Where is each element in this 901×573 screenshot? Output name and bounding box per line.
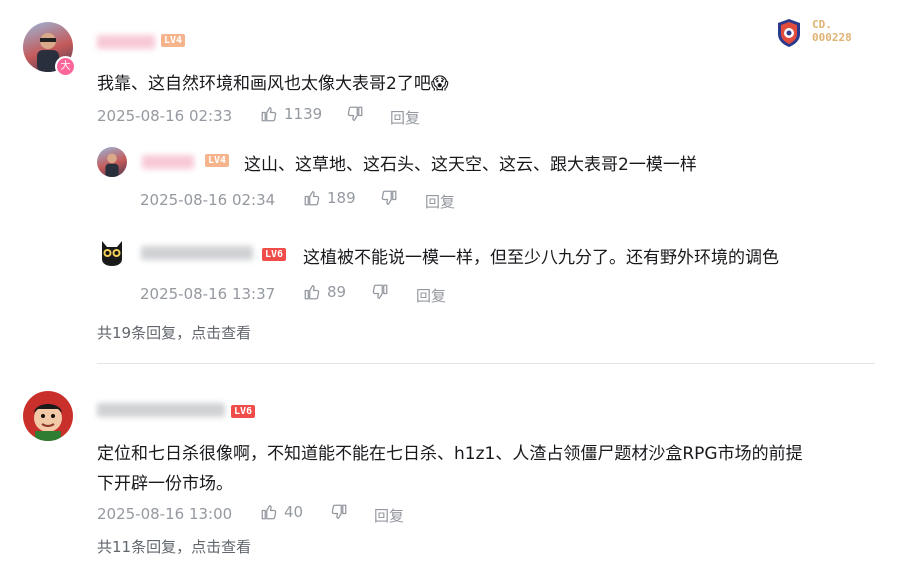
view-more-replies-link[interactable]: 共19条回复，点击查看 (97, 322, 251, 343)
reply-text: 这山、这草地、这石头、这天空、这云、跟大表哥2一模一样 (244, 155, 697, 175)
like-count: 40 (284, 503, 304, 521)
shield-badge-icon (778, 19, 800, 47)
thumbs-down-icon (347, 106, 363, 121)
username-redacted[interactable] (142, 155, 194, 169)
like-count: 89 (327, 283, 347, 301)
thumbs-down-icon (372, 284, 388, 299)
username-redacted[interactable] (141, 246, 253, 260)
avatar[interactable] (97, 147, 127, 177)
level-badge: LV6 (231, 405, 256, 418)
owl-avatar-icon (102, 241, 122, 266)
comment-time: 2025-08-16 13:00 (97, 505, 233, 523)
thumbs-up-icon (304, 191, 320, 206)
level-badge: LV4 (205, 154, 230, 167)
thumbs-down-icon (381, 190, 397, 205)
reply-time: 2025-08-16 13:37 (140, 285, 276, 303)
comment-text: 我靠、这自然环境和画风也太像大表哥2了吧😱 (97, 74, 449, 94)
shocked-emoji-icon: 😱 (430, 74, 449, 94)
reply-button[interactable]: 回复 (416, 285, 446, 306)
avatar[interactable] (97, 237, 127, 267)
avatar-badge: 大 (55, 56, 76, 77)
reply-button[interactable]: 回复 (374, 505, 404, 526)
fan-badge: CD. 000228 (776, 18, 886, 50)
thumbs-down-icon (331, 504, 347, 519)
like-count: 189 (327, 189, 356, 207)
dislike-button[interactable] (371, 283, 389, 301)
badge-line2: 000228 (812, 31, 852, 44)
reply-text: 这植被不能说一模一样，但至少八九分了。还有野外环境的调色 (303, 248, 779, 268)
dislike-button[interactable] (346, 105, 364, 123)
comment-time: 2025-08-16 02:33 (97, 107, 233, 125)
view-more-replies-link[interactable]: 共11条回复，点击查看 (97, 536, 251, 557)
badge-line1: CD. (812, 18, 832, 31)
like-button[interactable]: 89 (303, 283, 346, 301)
user-portrait-icon (105, 153, 119, 177)
username-redacted[interactable] (97, 403, 225, 417)
like-button[interactable]: 40 (260, 503, 303, 521)
avatar[interactable] (23, 391, 73, 441)
comment-text-line2: 下开辟一份市场。 (97, 474, 233, 494)
level-badge: LV4 (161, 34, 186, 47)
cartoon-face-icon (34, 404, 62, 441)
reply-time: 2025-08-16 02:34 (140, 191, 276, 209)
dislike-button[interactable] (380, 189, 398, 207)
thumbs-up-icon (261, 505, 277, 520)
like-button[interactable]: 1139 (260, 105, 322, 123)
username-redacted[interactable] (97, 35, 155, 49)
like-button[interactable]: 189 (303, 189, 356, 207)
thumbs-up-icon (304, 285, 320, 300)
level-badge: LV6 (262, 248, 287, 261)
like-count: 1139 (284, 105, 323, 123)
divider (97, 363, 875, 364)
comment-text-line1: 定位和七日杀很像啊，不知道能不能在七日杀、h1z1、人渣占领僵尸题材沙盒RPG市… (97, 444, 803, 464)
reply-button[interactable]: 回复 (425, 191, 455, 212)
thumbs-up-icon (261, 107, 277, 122)
dislike-button[interactable] (330, 503, 348, 521)
reply-button[interactable]: 回复 (390, 107, 420, 128)
